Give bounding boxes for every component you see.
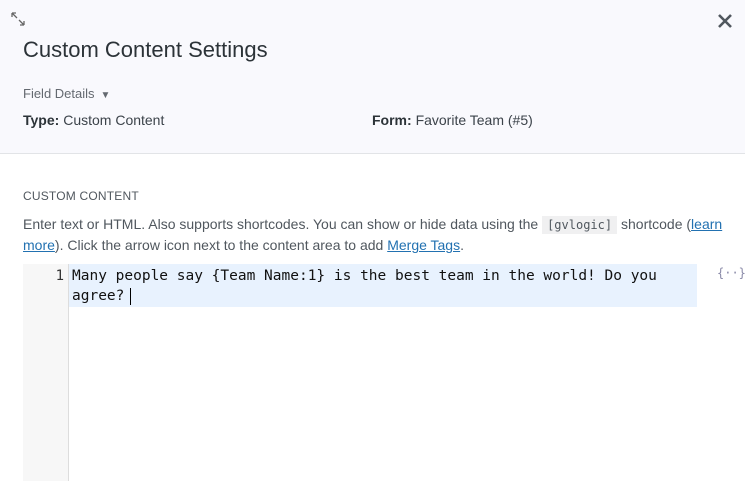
merge-tags-link[interactable]: Merge Tags: [387, 237, 460, 253]
section-title: CUSTOM CONTENT: [23, 189, 139, 203]
form-value: Favorite Team (#5): [415, 112, 533, 128]
editor-line: Many people say {Team Name:1} is the bes…: [69, 264, 697, 307]
field-details-label: Field Details: [23, 86, 95, 101]
modal-header: Custom Content Settings Field Details ▼ T…: [0, 0, 745, 154]
line-gutter: 1: [23, 264, 69, 481]
shortcode: [gvlogic]: [542, 216, 618, 234]
section-description: Enter text or HTML. Also supports shortc…: [23, 214, 738, 255]
desc-text: ). Click the arrow icon next to the cont…: [54, 237, 388, 253]
desc-text: .: [460, 237, 464, 253]
field-form: Form: Favorite Team (#5): [372, 112, 533, 128]
text-cursor: [130, 287, 132, 305]
expand-icon[interactable]: [10, 11, 26, 27]
type-value: Custom Content: [63, 112, 165, 128]
desc-text: Enter text or HTML. Also supports shortc…: [23, 216, 543, 232]
editor-content: Many people say {Team Name:1} is the bes…: [72, 268, 657, 304]
form-label: Form:: [372, 112, 412, 128]
field-type: Type: Custom Content: [23, 112, 164, 128]
line-number: 1: [55, 268, 64, 284]
type-label: Type:: [23, 112, 60, 128]
merge-tags-icon[interactable]: {··}: [717, 266, 745, 280]
caret-down-icon: ▼: [100, 90, 111, 101]
desc-text: shortcode (: [617, 216, 692, 232]
close-icon[interactable]: [714, 10, 736, 32]
content-editor[interactable]: Many people say {Team Name:1} is the bes…: [69, 264, 697, 481]
field-details-toggle[interactable]: Field Details ▼: [23, 86, 110, 101]
page-title: Custom Content Settings: [23, 37, 268, 62]
